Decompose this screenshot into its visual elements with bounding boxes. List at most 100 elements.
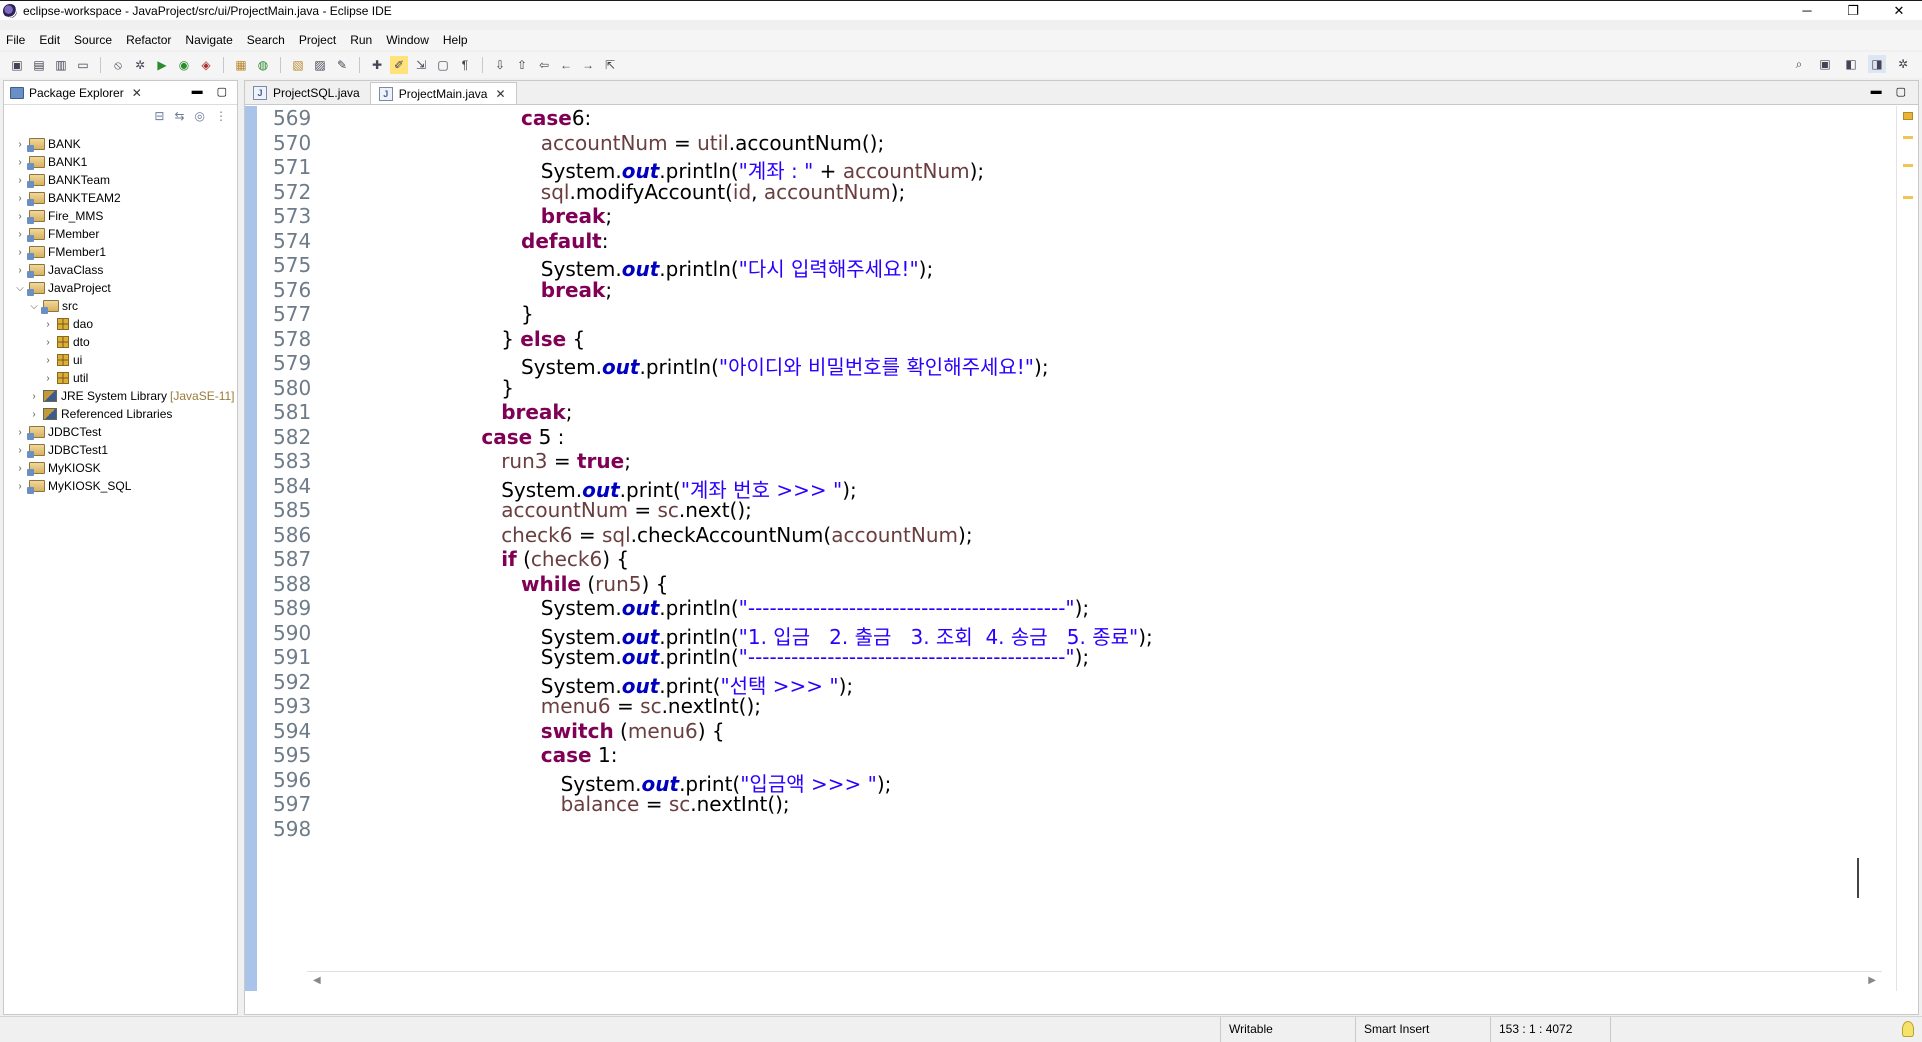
warning-marker[interactable] [1903, 164, 1913, 167]
code-line[interactable]: } [501, 376, 514, 400]
menu-source[interactable]: Source [74, 33, 112, 47]
code-line[interactable]: switch (menu6) { [541, 719, 725, 743]
code-line[interactable]: break; [501, 400, 572, 424]
new-java-package-icon[interactable]: ▦ [232, 56, 250, 74]
tree-item[interactable]: › BANKTeam [4, 171, 237, 189]
tree-item[interactable]: › JRE System Library [JavaSE-11] [4, 387, 237, 405]
menu-window[interactable]: Window [386, 33, 429, 47]
chevron-right-icon[interactable]: › [42, 319, 54, 330]
new-icon[interactable]: ▣ [8, 56, 26, 74]
forward-icon[interactable]: → [579, 56, 597, 74]
chevron-right-icon[interactable]: › [14, 427, 26, 438]
previous-annotation-icon[interactable]: ⇧ [513, 56, 531, 74]
scroll-left-icon[interactable]: ◀ [313, 975, 321, 986]
tree-item[interactable]: › MyKIOSK [4, 459, 237, 477]
code-line[interactable]: sql.modifyAccount(id, accountNum); [541, 180, 905, 204]
chevron-right-icon[interactable]: › [14, 157, 26, 168]
chevron-right-icon[interactable]: › [42, 337, 54, 348]
chevron-right-icon[interactable]: › [14, 463, 26, 474]
debug-icon[interactable]: ✲ [131, 56, 149, 74]
menu-edit[interactable]: Edit [39, 33, 60, 47]
tree-item[interactable]: › dao [4, 315, 237, 333]
code-line[interactable]: case6: [521, 106, 591, 130]
chevron-right-icon[interactable]: › [14, 211, 26, 222]
code-line[interactable]: while (run5) { [521, 572, 668, 596]
terminal-icon[interactable]: ▭ [74, 56, 92, 74]
tree-item[interactable]: › MyKIOSK_SQL [4, 477, 237, 495]
search-tool-icon[interactable]: ✎ [333, 56, 351, 74]
mark-occurrences-icon[interactable]: ✐ [390, 56, 408, 74]
focus-on-active-task-icon[interactable]: ◎ [195, 109, 205, 123]
java-ee-perspective-icon[interactable]: ◧ [1842, 55, 1860, 73]
link-with-editor-icon[interactable]: ⇆ [174, 109, 184, 123]
save-icon[interactable]: ▤ [30, 56, 48, 74]
code-line[interactable]: } [521, 302, 534, 326]
chevron-right-icon[interactable]: › [14, 193, 26, 204]
open-task-icon[interactable]: ▨ [311, 56, 329, 74]
chevron-right-icon[interactable]: › [28, 409, 40, 420]
close-icon[interactable]: ✕ [495, 87, 505, 101]
tree-item[interactable]: › BANK [4, 135, 237, 153]
code-line[interactable]: menu6 = sc.nextInt(); [541, 694, 761, 718]
tree-item[interactable]: ⌵ src [4, 297, 237, 315]
open-type-icon[interactable]: ▧ [289, 56, 307, 74]
maximize-view-icon[interactable]: ▢ [217, 85, 227, 98]
chevron-right-icon[interactable]: › [14, 139, 26, 150]
warning-marker[interactable] [1903, 136, 1913, 139]
minimize-view-icon[interactable]: ▬ [192, 85, 203, 98]
toggle-annotation-icon[interactable]: ✚ [368, 56, 386, 74]
overview-ruler[interactable] [1896, 106, 1918, 991]
chevron-right-icon[interactable]: › [42, 373, 54, 384]
open-perspective-icon[interactable]: ▣ [1816, 55, 1834, 73]
pin-editor-icon[interactable]: ⇱ [601, 56, 619, 74]
java-perspective-icon[interactable]: ◨ [1868, 55, 1886, 73]
coverage-icon[interactable]: ◉ [175, 56, 193, 74]
tree-item[interactable]: › dto [4, 333, 237, 351]
restore-button[interactable]: ❐ [1830, 1, 1876, 21]
code-line[interactable]: System.out.println("--------------------… [541, 645, 1089, 669]
chevron-down-icon[interactable]: ⌵ [14, 283, 26, 294]
chevron-right-icon[interactable]: › [42, 355, 54, 366]
chevron-right-icon[interactable]: › [14, 175, 26, 186]
chevron-right-icon[interactable]: › [14, 265, 26, 276]
code-line[interactable]: System.out.println("아이디와 비밀번호를 확인해주세요!")… [521, 351, 1049, 380]
code-line[interactable]: run3 = true; [501, 449, 631, 473]
chevron-right-icon[interactable]: › [14, 481, 26, 492]
tab-projectmain-java[interactable]: J ProjectMain.java ✕ [369, 82, 517, 104]
save-all-icon[interactable]: ▥ [52, 56, 70, 74]
warning-marker[interactable] [1903, 196, 1913, 199]
code-line[interactable]: accountNum = util.accountNum(); [541, 131, 884, 155]
tree-item[interactable]: ⌵ JavaProject [4, 279, 237, 297]
chevron-right-icon[interactable]: › [14, 247, 26, 258]
tree-item[interactable]: › FMember [4, 225, 237, 243]
package-explorer-tab[interactable]: Package Explorer ✕ [4, 81, 142, 105]
scroll-right-icon[interactable]: ▶ [1868, 975, 1876, 986]
tip-lightbulb-icon[interactable] [1902, 1021, 1914, 1037]
close-icon[interactable]: ✕ [132, 86, 142, 100]
menu-project[interactable]: Project [299, 33, 336, 47]
chevron-right-icon[interactable]: › [14, 445, 26, 456]
block-selection-icon[interactable]: ▢ [434, 56, 452, 74]
warning-summary-icon[interactable] [1903, 112, 1913, 120]
last-edit-icon[interactable]: ⇦ [535, 56, 553, 74]
tree-item[interactable]: › JDBCTest1 [4, 441, 237, 459]
code-line[interactable]: if (check6) { [501, 547, 629, 571]
menu-file[interactable]: File [6, 33, 25, 47]
code-line[interactable]: case 5 : [481, 425, 564, 449]
debug-perspective-icon[interactable]: ✲ [1894, 55, 1912, 73]
menu-refactor[interactable]: Refactor [126, 33, 171, 47]
breadcrumb-icon[interactable]: ⇲ [412, 56, 430, 74]
code-line[interactable]: accountNum = sc.next(); [501, 498, 752, 522]
code-line[interactable]: } else { [501, 327, 585, 351]
minimize-view-icon[interactable]: ▬ [1871, 85, 1882, 98]
skip-breakpoints-icon[interactable]: ⦸ [109, 56, 127, 74]
tree-item[interactable]: › ui [4, 351, 237, 369]
menu-help[interactable]: Help [443, 33, 468, 47]
code-line[interactable]: break; [541, 278, 612, 302]
tree-item[interactable]: › BANK1 [4, 153, 237, 171]
chevron-right-icon[interactable]: › [14, 229, 26, 240]
code-editor[interactable]: 569 570 571 572 573 574 575 576 577 578 579 580 581 5… [245, 106, 1885, 991]
back-icon[interactable]: ← [557, 56, 575, 74]
minimize-button[interactable]: ─ [1784, 1, 1830, 21]
menu-navigate[interactable]: Navigate [185, 33, 232, 47]
